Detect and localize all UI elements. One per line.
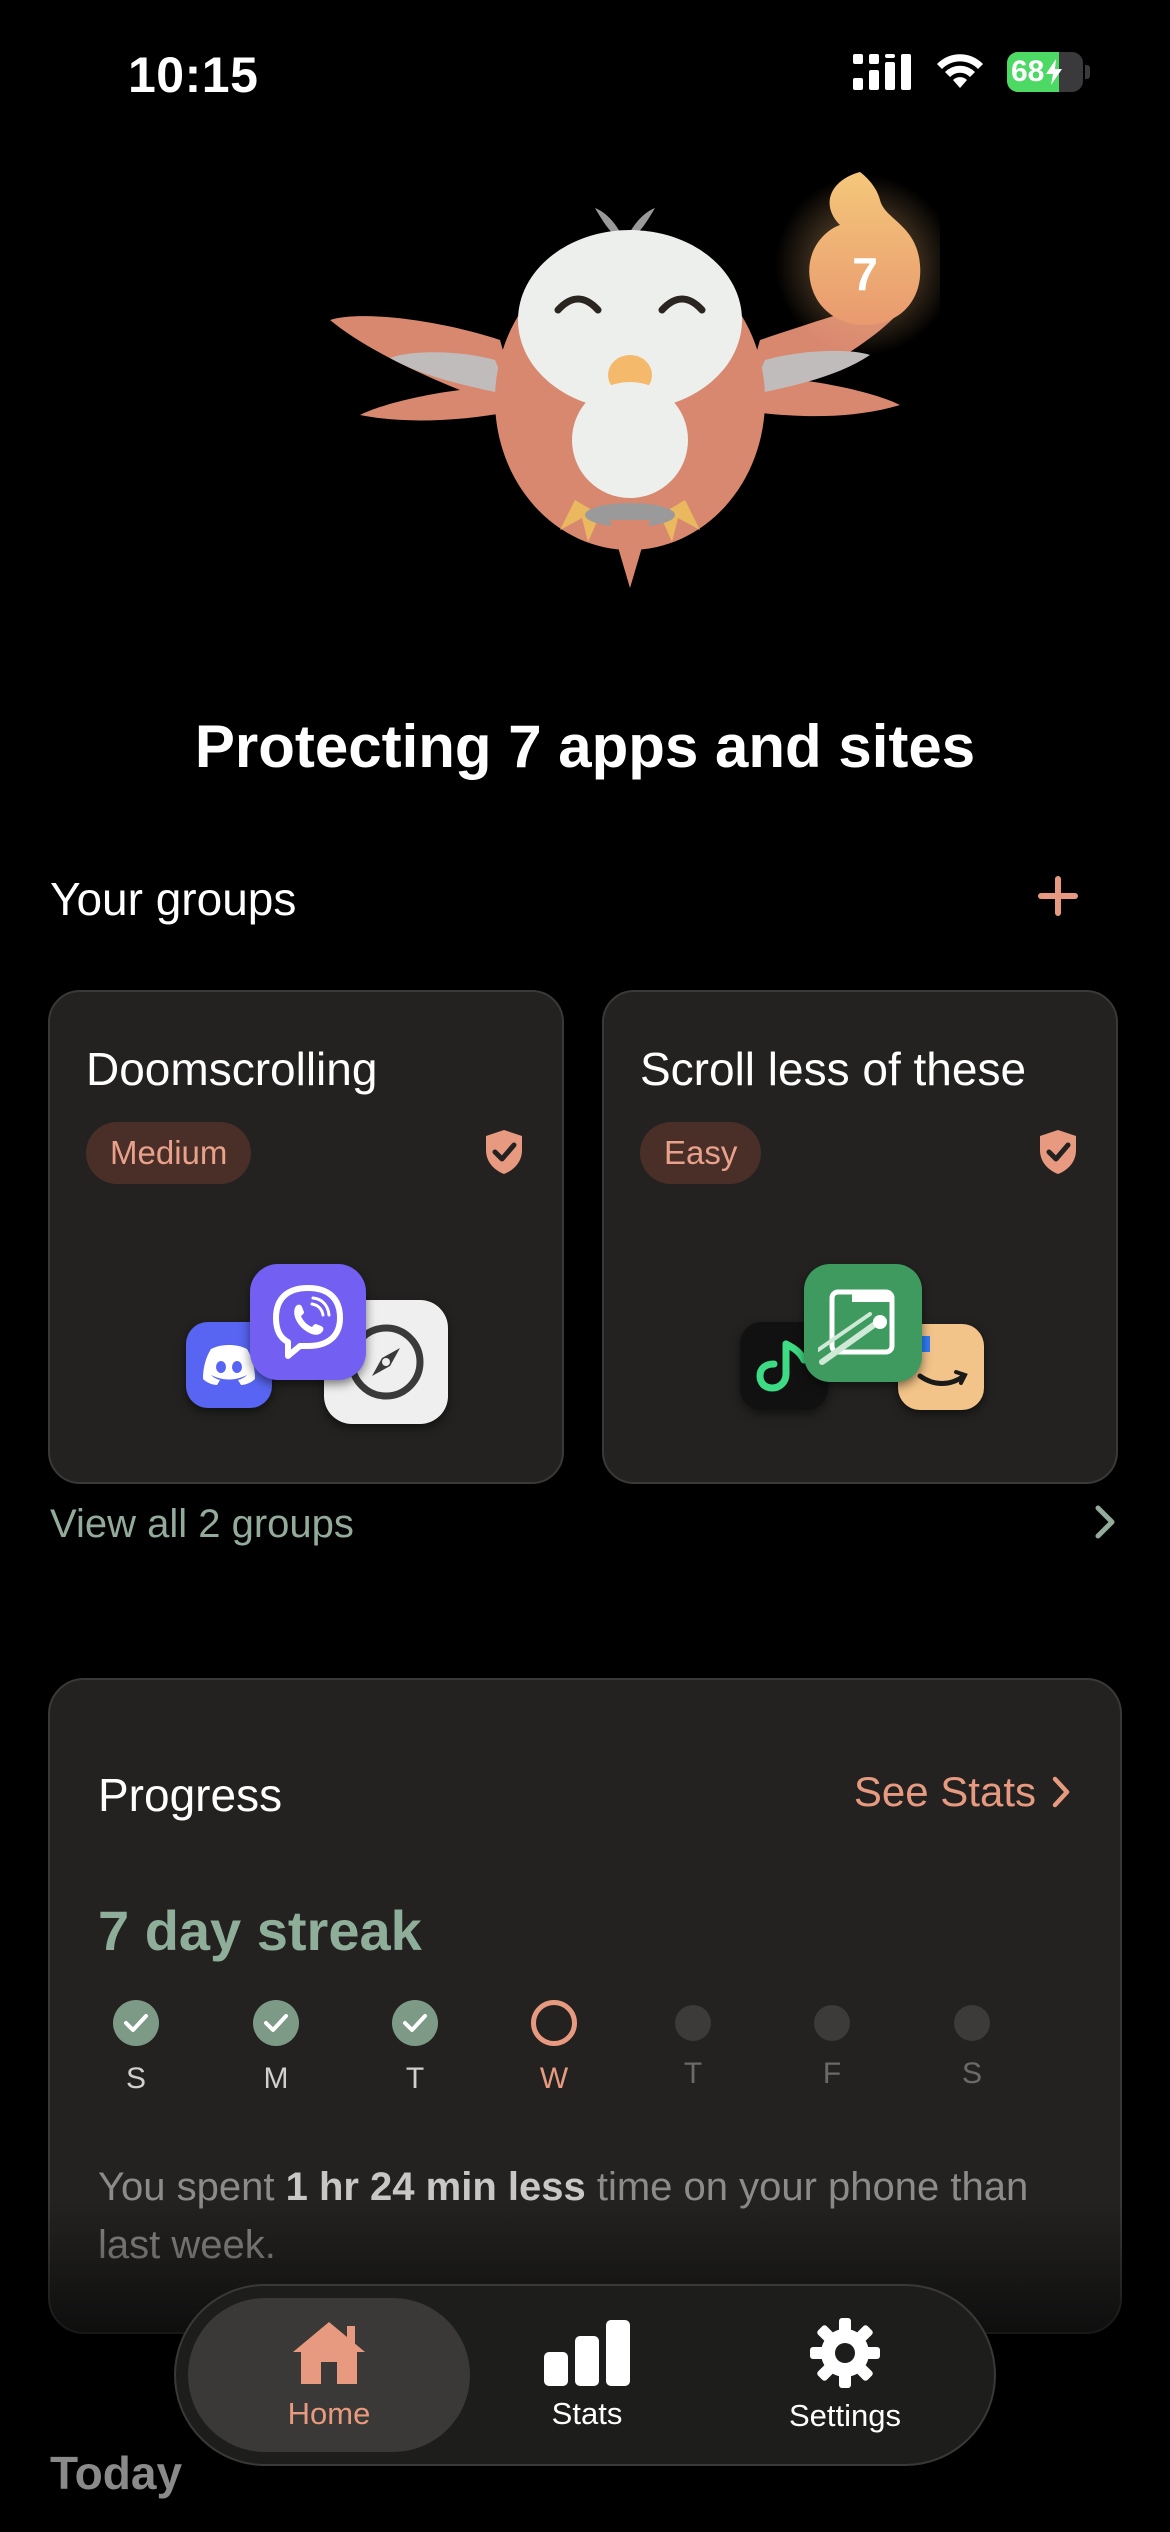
wifi-icon [937, 54, 983, 88]
bar-chart-icon [544, 2320, 630, 2386]
progress-title: Progress [98, 1769, 283, 1821]
groups-title: Your groups [50, 873, 297, 925]
tab-home[interactable]: Home [188, 2298, 470, 2452]
day-label: S [961, 2057, 982, 2090]
tab-label: Home [287, 2396, 371, 2431]
tab-bar: Home Stats Settings [174, 2284, 996, 2466]
day-indicator: W [514, 2000, 594, 2096]
charging-icon [1046, 59, 1063, 85]
checkmark-icon [113, 2000, 159, 2046]
group-card-scroll-less[interactable]: Scroll less of these Easy [602, 990, 1118, 1484]
home-icon [293, 2322, 365, 2384]
plus-icon [1038, 876, 1078, 916]
gear-icon [810, 2318, 880, 2388]
protection-headline: Protecting 7 apps and sites [194, 713, 976, 780]
battery-indicator: 68 [1007, 52, 1090, 92]
group-name: Doomscrolling [86, 1043, 378, 1095]
feedly-icon [804, 1264, 922, 1382]
day-label: S [125, 2062, 146, 2095]
day-label: M [263, 2062, 289, 2095]
shield-check-icon [486, 1130, 522, 1174]
today-section-title: Today [50, 2447, 183, 2499]
day-label: W [539, 2062, 569, 2095]
day-indicator: F [792, 2000, 872, 2091]
group-name: Scroll less of these [640, 1043, 1027, 1095]
tab-label: Settings [788, 2398, 901, 2433]
day-label: T [405, 2062, 425, 2095]
add-group-button[interactable] [1036, 862, 1080, 928]
chevron-right-icon[interactable] [1090, 1500, 1120, 1544]
day-label: F [822, 2057, 842, 2090]
signal-icon [853, 54, 911, 90]
tab-stats[interactable]: Stats [446, 2298, 728, 2452]
difficulty-badge: Medium [86, 1122, 252, 1184]
day-label: T [683, 2057, 703, 2090]
viber-icon [250, 1264, 366, 1380]
owl-mascot: 7 [330, 172, 940, 588]
chevron-right-icon [1052, 1776, 1070, 1808]
difficulty-badge: Easy [640, 1122, 762, 1184]
see-stats-label: See Stats [853, 1768, 1036, 1815]
tab-label: Stats [551, 2396, 623, 2431]
status-icons: 68 [853, 52, 1090, 92]
checkmark-icon [392, 2000, 438, 2046]
view-all-groups-link[interactable]: View all 2 groups [50, 1502, 354, 1547]
day-indicator: T [375, 2000, 455, 2096]
streak-label: 7 day streak [98, 1899, 422, 1962]
flame-streak-number: 7 [852, 248, 878, 300]
day-indicator: T [653, 2000, 733, 2091]
status-time: 10:15 [128, 47, 259, 103]
tab-settings[interactable]: Settings [704, 2298, 986, 2452]
group-card-doomscrolling[interactable]: Doomscrolling Medium [48, 990, 564, 1484]
current-day-ring [531, 2000, 577, 2046]
day-indicator: M [236, 2000, 316, 2096]
future-day-dot [814, 2005, 850, 2041]
day-indicator: S [932, 2000, 1012, 2091]
day-indicator: S [96, 2000, 176, 2096]
battery-percent: 68 [1011, 55, 1045, 88]
future-day-dot [675, 2005, 711, 2041]
checkmark-icon [253, 2000, 299, 2046]
see-stats-link[interactable]: See Stats [854, 1768, 1072, 1816]
future-day-dot [954, 2005, 990, 2041]
shield-check-icon [1040, 1130, 1076, 1174]
